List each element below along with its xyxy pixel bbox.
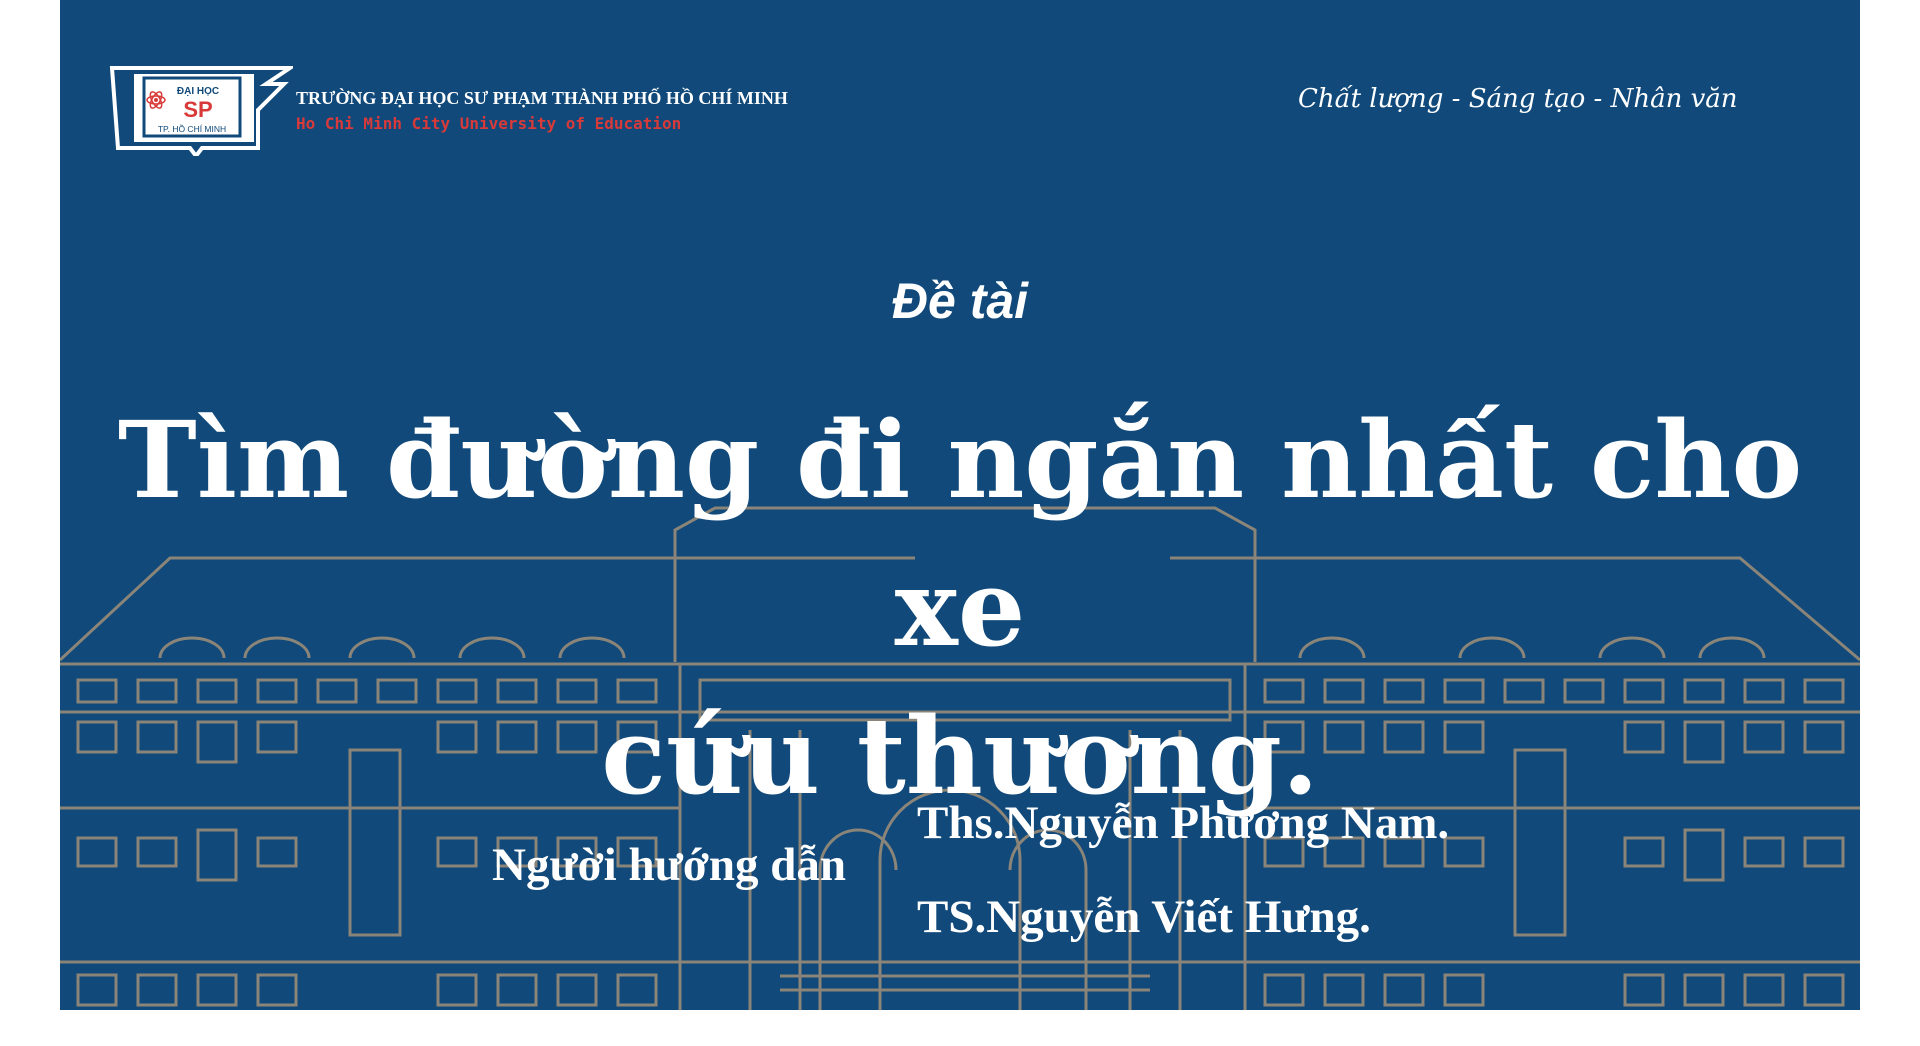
university-logo: ĐẠI HỌC SP TP. HỒ CHÍ MINH bbox=[108, 64, 297, 160]
university-name-en: Ho Chi Minh City University of Education bbox=[296, 114, 682, 133]
title-slide: ĐẠI HỌC SP TP. HỒ CHÍ MINH TRƯỜNG ĐẠI HỌ… bbox=[60, 0, 1860, 1010]
advisor-name: Ths.Nguyễn Phương Nam. bbox=[917, 797, 1450, 849]
advisor-label: Người hướng dẫn bbox=[492, 839, 847, 891]
thesis-title-line-1: Tìm đường đi ngắn nhất cho xe bbox=[117, 397, 1803, 670]
university-motto: Chất lượng - Sáng tạo - Nhân văn bbox=[1298, 84, 1738, 114]
thesis-title: Tìm đường đi ngắn nhất cho xe cứu thương… bbox=[60, 386, 1860, 830]
university-name-vn: TRƯỜNG ĐẠI HỌC SƯ PHẠM THÀNH PHỐ HỒ CHÍ … bbox=[296, 88, 788, 108]
topic-label: Đề tài bbox=[891, 273, 1029, 329]
advisor-name: TS.Nguyễn Viết Hưng. bbox=[917, 891, 1371, 943]
logo-bottom-text: TP. HỒ CHÍ MINH bbox=[158, 123, 226, 134]
logo-main-text: SP bbox=[183, 97, 212, 122]
logo-top-text: ĐẠI HỌC bbox=[177, 86, 219, 97]
